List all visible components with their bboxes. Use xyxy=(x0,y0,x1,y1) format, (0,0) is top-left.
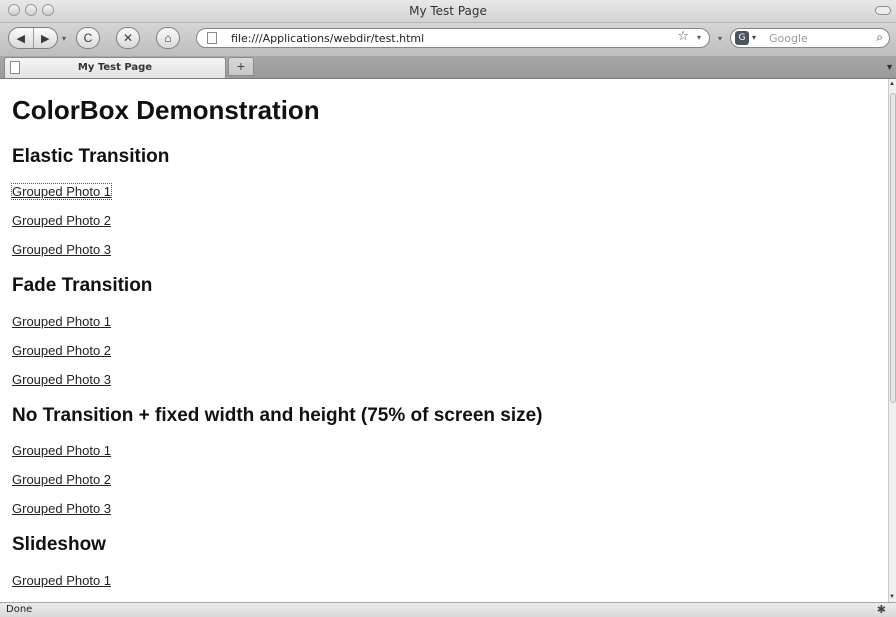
stop-button[interactable]: ✕ xyxy=(116,27,140,49)
section-heading-elastic: Elastic Transition xyxy=(12,146,170,167)
status-text: Done xyxy=(6,604,33,615)
reload-icon: C xyxy=(83,31,93,45)
tab-list-menu-icon[interactable]: ▼ xyxy=(885,62,894,72)
scroll-up-arrow-icon[interactable]: ▲ xyxy=(889,81,895,87)
url-text[interactable]: file:///Applications/webdir/test.html xyxy=(231,32,424,45)
search-icon[interactable]: ⌕ xyxy=(876,30,883,45)
fade-photo-1-link[interactable]: Grouped Photo 1 xyxy=(12,314,111,329)
forward-button[interactable]: ▶ xyxy=(34,32,58,45)
section-heading-slideshow: Slideshow xyxy=(12,534,106,555)
address-bar-separator-icon: ▾ xyxy=(718,34,723,43)
search-engine-icon[interactable]: G xyxy=(735,31,749,45)
vertical-scrollbar[interactable]: ▲ ▼ xyxy=(888,79,896,602)
back-button[interactable]: ◀ xyxy=(9,32,33,45)
page-heading: ColorBox Demonstration xyxy=(12,95,320,125)
fade-photo-2-link[interactable]: Grouped Photo 2 xyxy=(12,343,111,358)
new-tab-button[interactable]: + xyxy=(228,57,254,76)
section-heading-fade: Fade Transition xyxy=(12,275,153,296)
search-engine-dropdown-icon[interactable]: ▾ xyxy=(752,33,756,42)
page-icon xyxy=(207,32,217,44)
addon-bug-icon[interactable]: ✱ xyxy=(877,603,886,616)
history-dropdown-icon[interactable]: ▾ xyxy=(62,34,66,43)
window-title: My Test Page xyxy=(409,4,487,18)
slideshow-photo-1-link[interactable]: Grouped Photo 1 xyxy=(12,573,111,588)
fade-photo-3-link[interactable]: Grouped Photo 3 xyxy=(12,372,111,387)
stop-icon: ✕ xyxy=(122,31,134,45)
home-icon: ⌂ xyxy=(164,31,172,45)
navigation-toolbar: ◀ ▶ ▾ C ✕ ⌂ file:///Applications/webdir/… xyxy=(0,23,896,56)
no-transition-photo-3-link[interactable]: Grouped Photo 3 xyxy=(12,501,111,516)
no-transition-photo-2-link[interactable]: Grouped Photo 2 xyxy=(12,472,111,487)
tab-bar: My Test Page + ▼ xyxy=(0,56,896,79)
tab-my-test-page[interactable]: My Test Page xyxy=(4,57,226,78)
no-transition-photo-1-link[interactable]: Grouped Photo 1 xyxy=(12,443,111,458)
page-content: ColorBox Demonstration Elastic Transitio… xyxy=(0,79,888,602)
elastic-photo-3-link[interactable]: Grouped Photo 3 xyxy=(12,242,111,257)
search-bar[interactable]: G ▾ Google ⌕ xyxy=(730,28,890,48)
search-input[interactable]: Google xyxy=(769,32,808,45)
tab-label: My Test Page xyxy=(77,62,153,73)
home-button[interactable]: ⌂ xyxy=(156,27,180,49)
back-forward-buttons: ◀ ▶ xyxy=(8,27,58,49)
elastic-photo-2-link[interactable]: Grouped Photo 2 xyxy=(12,213,111,228)
reload-button[interactable]: C xyxy=(76,27,100,49)
address-bar[interactable]: file:///Applications/webdir/test.html ☆ … xyxy=(196,28,710,48)
bookmark-star-icon[interactable]: ☆ xyxy=(677,29,689,44)
section-heading-no-transition: No Transition + fixed width and height (… xyxy=(12,405,543,426)
toolbar-toggle-button[interactable] xyxy=(875,6,891,15)
status-bar: Done ✱ xyxy=(0,602,896,617)
url-history-dropdown-icon[interactable]: ▾ xyxy=(697,33,701,42)
elastic-photo-1-link[interactable]: Grouped Photo 1 xyxy=(10,183,113,200)
scroll-down-arrow-icon[interactable]: ▼ xyxy=(889,594,895,600)
window-title-bar: My Test Page xyxy=(0,0,896,23)
scrollbar-thumb[interactable] xyxy=(890,93,896,403)
